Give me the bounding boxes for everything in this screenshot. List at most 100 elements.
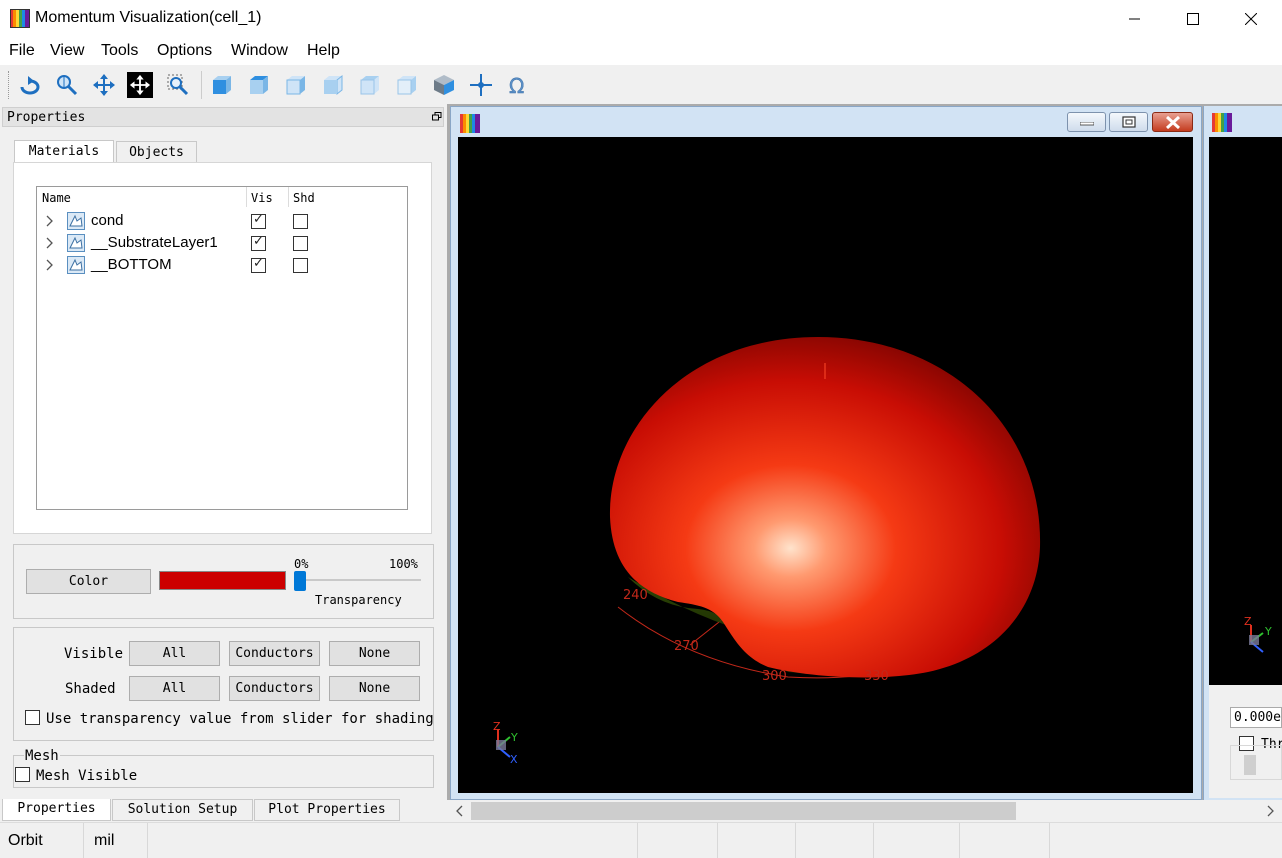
transparency-slider-handle[interactable] <box>294 571 306 591</box>
shaded-none-button[interactable]: None <box>329 676 420 701</box>
status-units: mil <box>94 832 115 849</box>
shd-checkbox-cond[interactable] <box>293 214 308 229</box>
view-left-button[interactable] <box>282 71 310 99</box>
child-restore-button[interactable] <box>1109 112 1148 132</box>
probe-button[interactable] <box>467 71 495 99</box>
child-minimize-button[interactable] <box>1067 112 1106 132</box>
column-header-shd[interactable]: Shd <box>293 191 315 205</box>
status-cell <box>718 823 796 858</box>
3d-plot-canvas-2[interactable]: Z Y <box>1209 137 1282 685</box>
view-back-icon <box>250 76 268 94</box>
child-close-button[interactable] <box>1152 112 1193 132</box>
column-divider <box>246 187 247 207</box>
tab-solution-setup[interactable]: Solution Setup <box>112 799 253 821</box>
menu-bar: File View Tools Options Window Help <box>0 38 1282 65</box>
scrollbar-thumb[interactable] <box>471 802 1016 820</box>
vis-checkbox-cond[interactable]: ✓ <box>251 212 266 229</box>
horizontal-scrollbar[interactable] <box>450 800 1282 822</box>
title-bar: Momentum Visualization(cell_1) <box>0 0 1282 38</box>
vis-checkbox-bottom[interactable]: ✓ <box>251 256 266 273</box>
tab-properties[interactable]: Properties <box>2 799 111 821</box>
close-button[interactable] <box>1222 0 1280 38</box>
tree-row-substrate[interactable]: __SubstrateLayer1 ✓ <box>37 232 407 254</box>
zoom-icon <box>57 75 78 96</box>
tree-row-label: cond <box>91 212 124 229</box>
radiation-lobe <box>609 337 1041 678</box>
shd-checkbox-substrate[interactable] <box>293 236 308 251</box>
visible-all-button[interactable]: All <box>129 641 220 666</box>
checkmark-icon: ✓ <box>253 234 264 249</box>
axis-label-x: X <box>510 753 518 766</box>
menu-window[interactable]: Window <box>231 42 288 60</box>
minimize-button[interactable] <box>1106 0 1164 38</box>
menu-view[interactable]: View <box>50 42 84 60</box>
view-front-button[interactable] <box>208 71 236 99</box>
maximize-button[interactable] <box>1164 0 1222 38</box>
view-back-button[interactable] <box>245 71 273 99</box>
second-window-slider-handle[interactable] <box>1244 755 1256 775</box>
view-top-button[interactable] <box>356 71 384 99</box>
value-field[interactable]: 0.000e <box>1230 707 1282 728</box>
chevron-right-icon[interactable] <box>45 259 55 271</box>
menu-file[interactable]: File <box>9 42 35 60</box>
view-bottom-button[interactable] <box>393 71 421 99</box>
toolbar-separator <box>201 71 203 99</box>
angle-label-330: 330 <box>864 669 889 684</box>
rainbow-app-icon <box>10 9 30 28</box>
menu-help[interactable]: Help <box>307 42 340 60</box>
chevron-right-icon[interactable] <box>45 237 55 249</box>
shd-checkbox-bottom[interactable] <box>293 258 308 273</box>
view-right-button[interactable] <box>319 71 347 99</box>
tab-objects[interactable]: Objects <box>116 141 197 163</box>
ohm-icon: Ω <box>509 74 525 97</box>
column-header-name[interactable]: Name <box>42 191 71 205</box>
chevron-right-icon[interactable] <box>45 215 55 227</box>
shaded-conductors-button[interactable]: Conductors <box>229 676 320 701</box>
ohm-button[interactable]: Ω <box>504 71 532 99</box>
materials-tree[interactable]: Name Vis Shd cond ✓ __SubstrateLayer1 ✓ … <box>36 186 408 510</box>
tree-row-cond[interactable]: cond ✓ <box>37 210 407 232</box>
axis-triad-2: Z Y <box>1244 615 1272 653</box>
shaded-all-button[interactable]: All <box>129 676 220 701</box>
orbit-button[interactable] <box>16 71 44 99</box>
material-icon <box>67 256 85 274</box>
use-transparency-checkbox[interactable] <box>25 710 40 725</box>
radiation-pattern-plot[interactable]: 240 270 300 330 Z Y X <box>458 137 1193 793</box>
close-icon <box>1245 13 1257 25</box>
color-swatch[interactable] <box>159 571 286 590</box>
axis-label-y: Y <box>510 731 518 744</box>
visible-none-button[interactable]: None <box>329 641 420 666</box>
view-iso-button[interactable] <box>430 71 458 99</box>
mesh-visible-checkbox[interactable] <box>15 767 30 782</box>
checkmark-icon: ✓ <box>253 212 264 227</box>
3d-plot-canvas[interactable]: 240 270 300 330 Z Y X <box>458 137 1193 793</box>
pan-button[interactable] <box>90 71 118 99</box>
visible-conductors-button[interactable]: Conductors <box>229 641 320 666</box>
vis-checkbox-substrate[interactable]: ✓ <box>251 234 266 251</box>
tab-materials[interactable]: Materials <box>14 140 114 163</box>
scroll-right-icon[interactable] <box>1265 805 1275 817</box>
tab-plot-properties[interactable]: Plot Properties <box>254 799 400 821</box>
scroll-left-icon[interactable] <box>455 805 465 817</box>
zoom-box-button[interactable] <box>164 71 192 99</box>
app-window: Momentum Visualization(cell_1) File View… <box>0 0 1282 858</box>
menu-options[interactable]: Options <box>157 42 212 60</box>
status-cell <box>796 823 874 858</box>
checkmark-icon: ✓ <box>253 256 264 271</box>
angle-label-240: 240 <box>623 588 648 603</box>
view-bottom-icon <box>397 76 416 95</box>
slider-max-label: 100% <box>389 557 418 571</box>
slider-caption: Transparency <box>315 593 402 607</box>
menu-tools[interactable]: Tools <box>101 42 138 60</box>
tree-row-bottom[interactable]: __BOTTOM ✓ <box>37 254 407 276</box>
status-bar: Orbit mil <box>0 822 1282 858</box>
color-button[interactable]: Color <box>26 569 151 594</box>
shaded-label: Shaded <box>65 681 116 697</box>
axis-label-z: Z <box>493 720 501 733</box>
zoom-button[interactable] <box>53 71 81 99</box>
column-header-vis[interactable]: Vis <box>251 191 273 205</box>
fit-view-button[interactable] <box>127 72 153 98</box>
mesh-visible-label: Mesh Visible <box>36 768 138 784</box>
undock-icon[interactable] <box>432 112 442 122</box>
transparency-slider-track[interactable] <box>300 579 421 581</box>
